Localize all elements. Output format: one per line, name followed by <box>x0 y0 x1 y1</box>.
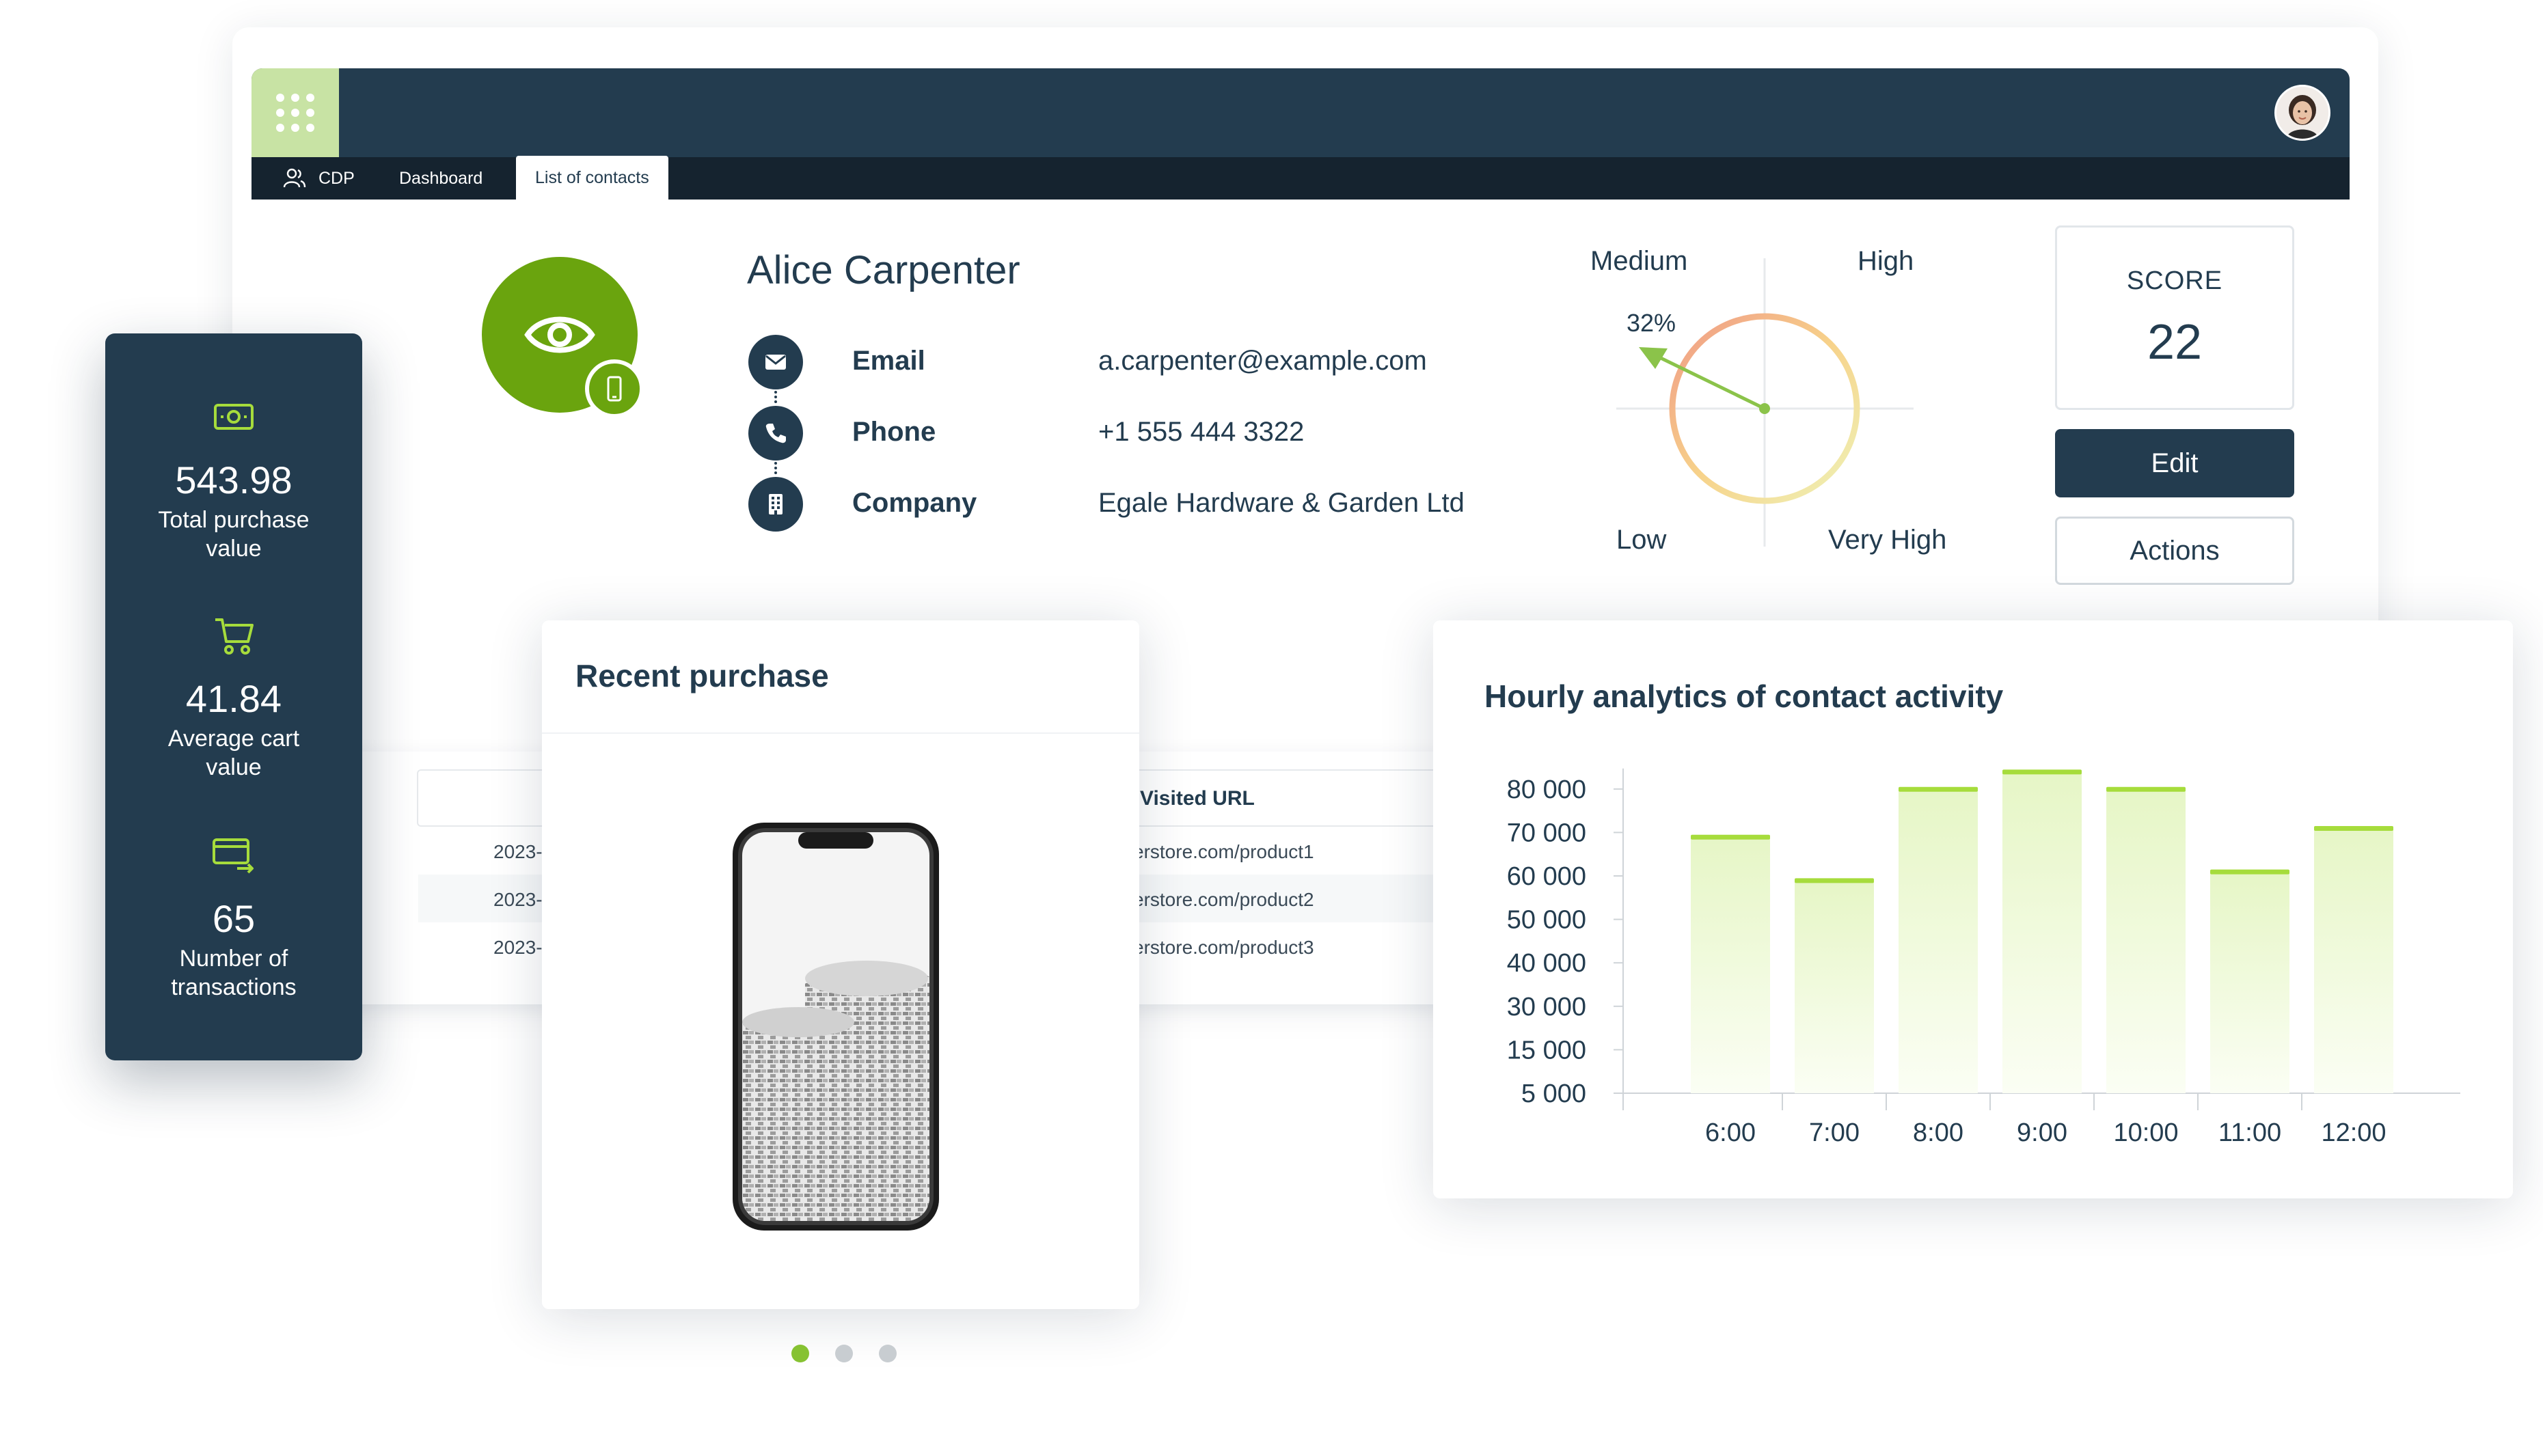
y-tick-label: 30 000 <box>1507 993 1586 1021</box>
phone-icon <box>765 424 786 443</box>
user-avatar[interactable] <box>2274 85 2330 141</box>
total-purchase-label-1: Total purchase <box>158 507 310 533</box>
score-value: 22 <box>2147 315 2203 370</box>
score-label: SCORE <box>2126 266 2223 295</box>
cart-icon <box>215 618 254 655</box>
bar-top-12:00 <box>2314 826 2393 832</box>
connector <box>774 391 777 403</box>
bar-10:00 <box>2106 788 2186 1093</box>
product-phone-image[interactable] <box>730 820 942 1233</box>
x-tick-label: 6:00 <box>1705 1118 1756 1147</box>
transactions-label-2: transactions <box>171 974 297 1000</box>
envelope-icon <box>765 355 786 370</box>
phone-value[interactable]: +1 555 444 3322 <box>1098 417 1304 448</box>
x-tick-label: 7:00 <box>1809 1118 1860 1147</box>
apps-menu-button[interactable] <box>251 68 339 157</box>
email-icon-badge <box>748 335 803 389</box>
cell-url[interactable]: erstore.com/product3 <box>1133 937 1314 959</box>
money-icon <box>214 404 254 430</box>
cell-date: 2023- <box>493 937 543 958</box>
users-icon <box>283 168 306 188</box>
total-purchase-value: 543.98 <box>175 458 293 502</box>
bar-top-7:00 <box>1795 878 1874 883</box>
bar-top-10:00 <box>2106 786 2186 792</box>
carousel-dot-1[interactable] <box>791 1345 809 1362</box>
email-value[interactable]: a.carpenter@example.com <box>1098 346 1427 376</box>
carousel-dot-3[interactable] <box>879 1345 897 1362</box>
nav-item-cdp[interactable]: CDP <box>282 157 355 200</box>
mobile-badge <box>585 359 644 418</box>
transactions-label-1: Number of <box>179 946 288 972</box>
x-tick-label: 8:00 <box>1913 1118 1963 1147</box>
bar-6:00 <box>1691 836 1770 1093</box>
nav-cdp-label: CDP <box>318 168 355 188</box>
email-label: Email <box>852 346 925 376</box>
y-tick-label: 15 000 <box>1507 1036 1586 1064</box>
y-tick-label: 60 000 <box>1507 862 1586 891</box>
phone-icon-badge <box>748 406 803 461</box>
card-divider <box>542 732 1139 734</box>
total-purchase-label-2: value <box>206 536 262 562</box>
average-cart-value: 41.84 <box>185 677 282 720</box>
x-tick-label: 11:00 <box>2218 1118 2281 1147</box>
average-cart-label-1: Average cart <box>167 726 300 752</box>
chart-title: Hourly analytics of contact activity <box>1484 678 2004 714</box>
cell-url[interactable]: erstore.com/product1 <box>1133 841 1314 863</box>
y-tick-label: 70 000 <box>1507 819 1586 847</box>
company-value: Egale Hardware & Garden Ltd <box>1098 488 1465 518</box>
x-tick-label: 9:00 <box>2017 1118 2067 1147</box>
nav-dashboard-label: Dashboard <box>399 168 483 188</box>
recent-purchase-title: Recent purchase <box>575 658 829 693</box>
y-tick-label: 80 000 <box>1507 775 1586 804</box>
cell-date: 2023- <box>493 841 543 862</box>
y-tick-label: 5 000 <box>1521 1080 1586 1108</box>
edit-button[interactable]: Edit <box>2055 429 2294 497</box>
nav-item-dashboard[interactable]: Dashboard <box>399 157 482 200</box>
cell-date: 2023- <box>493 889 543 910</box>
bar-12:00 <box>2314 828 2393 1093</box>
card-transfer-icon <box>213 838 254 874</box>
bar-top-11:00 <box>2210 869 2289 875</box>
score-gauge <box>1616 258 1914 547</box>
bar-top-9:00 <box>2002 769 2082 775</box>
cell-url[interactable]: erstore.com/product2 <box>1133 889 1314 911</box>
y-tick-label: 50 000 <box>1507 906 1586 935</box>
company-icon-badge <box>748 477 803 532</box>
header-visited-url: Visited URL <box>1140 787 1255 810</box>
grid-icon <box>276 94 314 132</box>
average-cart-label-2: value <box>206 754 262 780</box>
mobile-icon <box>607 376 622 402</box>
connector <box>774 462 777 474</box>
tab-list-of-contacts[interactable]: List of contacts <box>516 156 668 200</box>
carousel-dot-2[interactable] <box>835 1345 853 1362</box>
x-tick-label: 10:00 <box>2113 1118 2178 1147</box>
avatar-face-icon <box>2276 87 2328 139</box>
bar-8:00 <box>1899 788 1978 1093</box>
bar-11:00 <box>2210 871 2289 1093</box>
bar-top-6:00 <box>1691 834 1770 840</box>
x-tick-label: 12:00 <box>2321 1118 2386 1147</box>
bar-9:00 <box>2002 771 2082 1093</box>
phone-label: Phone <box>852 417 936 447</box>
building-icon <box>769 494 783 514</box>
eye-icon <box>524 316 595 353</box>
app-header <box>251 68 2350 157</box>
hourly-activity-chart: 5 000 15 000 30 000 40 000 50 000 60 000 70 00… <box>1507 768 2460 1147</box>
bar-7:00 <box>1795 880 1874 1093</box>
contact-name: Alice Carpenter <box>747 248 1020 292</box>
company-label: Company <box>852 488 977 518</box>
y-tick-label: 40 000 <box>1507 949 1586 978</box>
actions-button[interactable]: Actions <box>2055 517 2294 585</box>
nav-list-label: List of contacts <box>535 167 649 187</box>
bar-top-8:00 <box>1899 786 1978 792</box>
gauge-hub <box>1759 403 1770 414</box>
transactions-value: 65 <box>212 897 256 940</box>
